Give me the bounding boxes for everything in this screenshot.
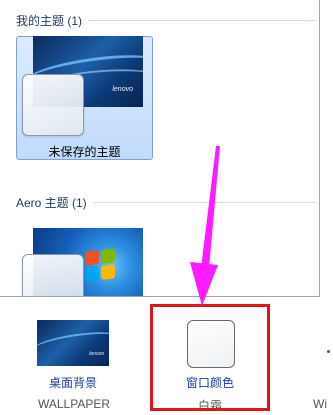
theme-label-unsaved: 未保存的主题 (48, 145, 121, 159)
desktop-background-thumbnail[interactable]: lenovo (37, 320, 109, 366)
window-glass-preview (22, 74, 84, 136)
wallpaper-brand-text: lenovo (112, 86, 133, 93)
speaker-icon (327, 350, 330, 353)
sounds-link[interactable]: Wi (313, 397, 327, 411)
section-title: 我的主题 (1) (16, 14, 83, 28)
desktop-background-link[interactable]: 桌面背景 (49, 374, 97, 391)
divider (88, 20, 316, 21)
annotation-highlight-box (150, 304, 270, 411)
window-glass-preview (22, 254, 84, 296)
section-title: Aero 主题 (1) (16, 196, 87, 210)
desktop-background-value: WALLPAPER (38, 397, 111, 411)
wallpaper-brand-text: lenovo (89, 351, 104, 357)
windows-logo-icon (85, 248, 115, 282)
section-header-aero: Aero 主题 (1) (16, 194, 316, 211)
section-header-my-themes: 我的主题 (1) (16, 12, 316, 29)
divider (92, 202, 316, 203)
theme-gallery[interactable]: 我的主题 (1) lenovo 未保存的主题 Aero 主题 (1) (0, 0, 320, 297)
